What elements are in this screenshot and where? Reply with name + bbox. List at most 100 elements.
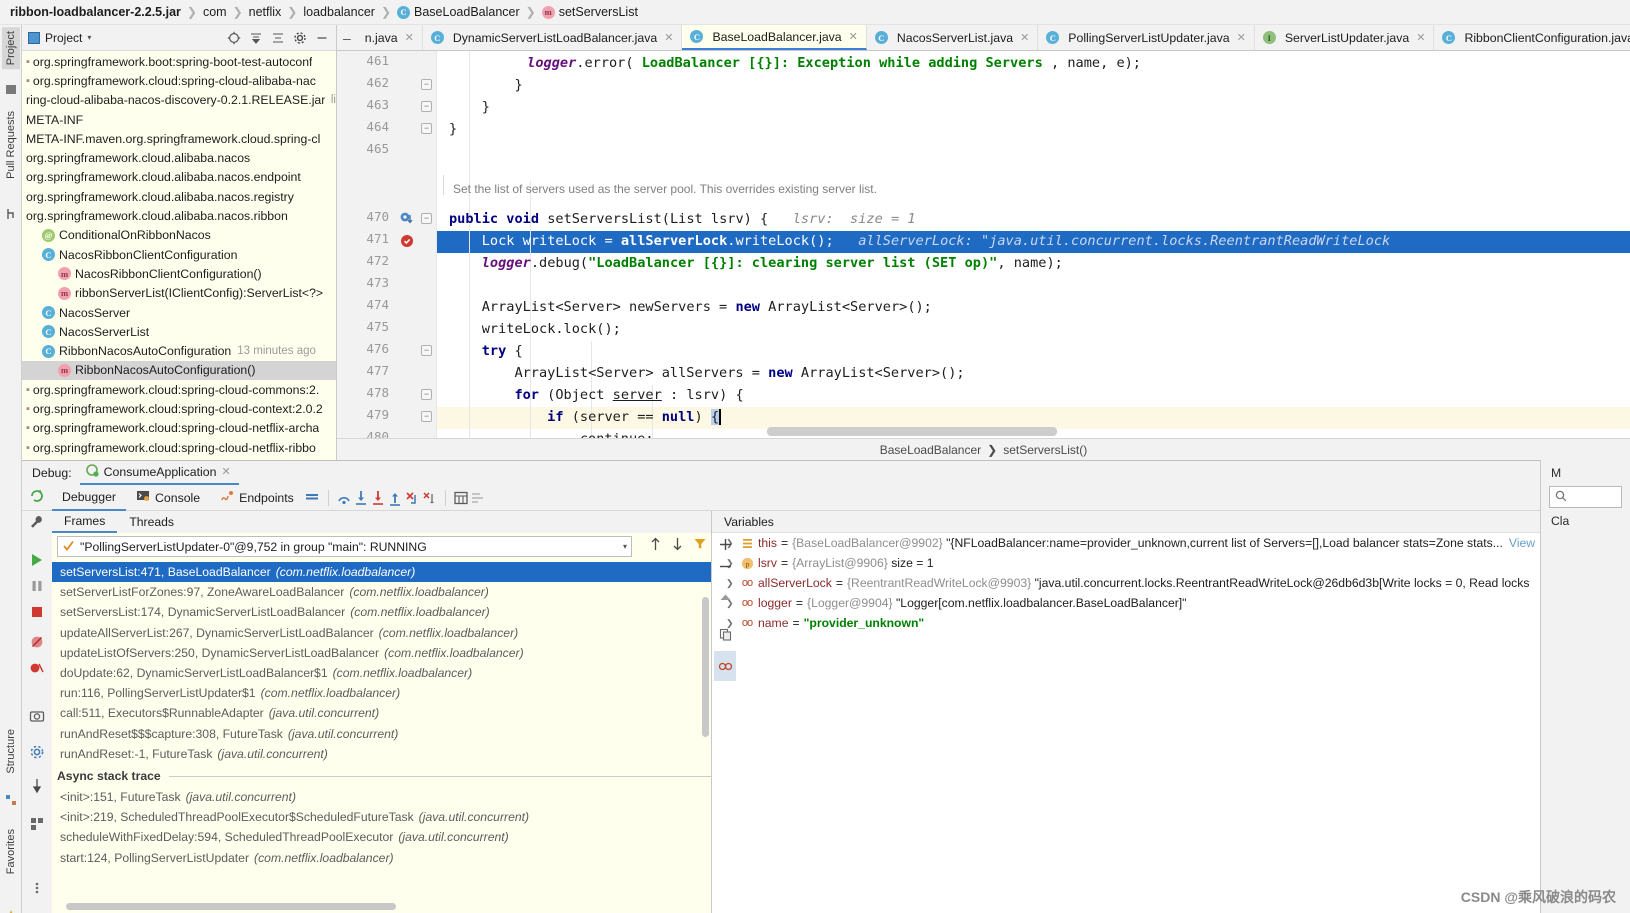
project-tree-item[interactable]: m RibbonNacosAutoConfiguration() xyxy=(22,360,336,381)
gear-icon[interactable] xyxy=(292,30,308,46)
frame-list-item[interactable]: run:116, PollingServerListUpdater$1 (com.… xyxy=(52,683,711,703)
project-tree[interactable]: ▪ org.springframework.boot:spring-boot-te… xyxy=(22,51,336,460)
remove-watch-icon[interactable] xyxy=(714,555,736,577)
branch-icon[interactable] xyxy=(4,207,18,221)
resume-icon[interactable] xyxy=(28,551,46,569)
frames-hscrollbar[interactable] xyxy=(66,903,396,910)
tab-baseloadbalancer[interactable]: C BaseLoadBalancer.java ✕ xyxy=(682,25,867,50)
editor-gutter[interactable]: 461 462 − 463 − 464 − 465 470 − 471 472 473 474 475 476… xyxy=(337,51,437,438)
project-tree-item[interactable]: ▪ org.springframework.cloud:spring-cloud-… xyxy=(22,399,336,418)
force-step-into-icon[interactable] xyxy=(370,489,387,506)
breadcrumb-item-jar[interactable]: ribbon-loadbalancer-2.2.5.jar xyxy=(10,5,181,19)
run-method-icon[interactable] xyxy=(399,211,415,227)
project-tree-item[interactable]: C NacosRibbonClientConfiguration xyxy=(22,245,336,264)
project-tree-item[interactable]: C NacosServerList xyxy=(22,322,336,341)
chevron-down-icon[interactable]: ▾ xyxy=(623,542,627,551)
frame-list-item[interactable]: setServersList:471, BaseLoadBalancer (com… xyxy=(52,562,711,583)
frame-list-item[interactable]: setServerListForZones:97, ZoneAwareLoadB… xyxy=(52,582,711,602)
project-tree-item[interactable]: C RibbonNacosAutoConfiguration 13 minutes … xyxy=(22,341,336,360)
project-tree-item[interactable]: ring-cloud-alibaba-nacos-discovery-0.2.1… xyxy=(22,91,336,110)
project-tree-item[interactable]: org.springframework.cloud.alibaba.nacos.… xyxy=(22,206,336,225)
tab-frames[interactable]: Frames xyxy=(52,511,118,533)
project-tree-item[interactable]: META-INF.maven.org.springframework.cloud… xyxy=(22,129,336,148)
tab-collapse-icon[interactable]: – xyxy=(337,25,357,50)
add-watch-icon[interactable] xyxy=(714,533,736,555)
tab-endpoints[interactable]: Endpoints xyxy=(210,485,304,511)
code-editor[interactable]: 461 462 − 463 − 464 − 465 470 − 471 472 473 474 475 476… xyxy=(337,51,1630,438)
breakpoint-icon[interactable] xyxy=(399,233,415,249)
project-tree-item[interactable]: @ ConditionalOnRibbonNacos xyxy=(22,226,336,245)
code-text[interactable]: logger.error( LoadBalancer [{}]: Excepti… xyxy=(437,51,1630,438)
step-out-icon[interactable] xyxy=(387,489,404,506)
project-tree-item[interactable]: ▪ org.springframework.cloud:spring-cloud-… xyxy=(22,438,336,457)
tab-n-java[interactable]: n.java ✕ xyxy=(357,25,423,50)
pin-icon[interactable] xyxy=(28,777,46,795)
debug-session-tab[interactable]: ConsumeApplication ✕ xyxy=(79,462,239,485)
down-arrow-icon[interactable] xyxy=(671,536,684,555)
variable-row[interactable]: ❯ this = {BaseLoadBalancer@9902} "{NFLoadBa… xyxy=(712,533,1540,553)
close-icon[interactable]: ✕ xyxy=(221,465,230,478)
close-icon[interactable]: ✕ xyxy=(1237,31,1246,44)
project-tree-item[interactable]: org.springframework.cloud.alibaba.nacos.… xyxy=(22,168,336,187)
tab-threads[interactable]: Threads xyxy=(117,511,186,533)
sidebar-item-project[interactable]: Project xyxy=(2,27,20,70)
code-fold-icon[interactable]: − xyxy=(421,79,432,90)
more-icon[interactable] xyxy=(28,879,46,897)
step-over-icon[interactable] xyxy=(336,489,353,506)
settings-icon[interactable] xyxy=(470,489,487,506)
code-fold-icon[interactable]: − xyxy=(421,389,432,400)
status-method-name[interactable]: setServersList() xyxy=(1003,443,1087,457)
frame-list-item[interactable]: updateAllServerList:267, DynamicServerLi… xyxy=(52,623,711,643)
status-class-name[interactable]: BaseLoadBalancer xyxy=(880,443,981,457)
settings-icon[interactable] xyxy=(28,743,46,761)
project-tree-item[interactable]: ▪ org.springframework.cloud:spring-cloud-… xyxy=(22,419,336,438)
pause-icon[interactable] xyxy=(28,577,46,595)
close-icon[interactable]: ✕ xyxy=(849,30,858,43)
evaluate-icon[interactable] xyxy=(453,489,470,506)
variable-row[interactable]: ❯ oo allServerLock = {ReentrantReadWriteLock… xyxy=(712,573,1540,593)
project-tree-item[interactable]: org.springframework.cloud.alibaba.nacos xyxy=(22,148,336,167)
link-icon[interactable] xyxy=(714,651,736,681)
code-fold-icon[interactable]: − xyxy=(421,345,432,356)
tab-ribbonclientconfiguration[interactable]: C RibbonClientConfiguration.java xyxy=(1434,25,1630,50)
tab-pollingserverlistupdater[interactable]: C PollingServerListUpdater.java ✕ xyxy=(1038,25,1255,50)
drop-frame-icon[interactable] xyxy=(404,489,421,506)
thread-selector[interactable]: "PollingServerListUpdater-0"@9,752 in gr… xyxy=(57,536,632,557)
frames-scrollbar[interactable] xyxy=(702,597,709,737)
async-frame-list-item[interactable]: start:124, PollingServerListUpdater (com.… xyxy=(52,848,711,868)
wrench-icon[interactable] xyxy=(28,513,46,531)
frame-list-item[interactable]: setServersList:174, DynamicServerListLoa… xyxy=(52,602,711,622)
frame-list-item[interactable]: updateListOfServers:250, DynamicServerLi… xyxy=(52,643,711,663)
breadcrumb-item-netflix[interactable]: netflix xyxy=(249,5,282,19)
view-breakpoints-icon[interactable] xyxy=(28,659,46,677)
filter-icon[interactable] xyxy=(693,536,707,555)
tab-serverlistupdater[interactable]: I ServerListUpdater.java ✕ xyxy=(1255,25,1435,50)
frame-stack-list[interactable]: setServersList:471, BaseLoadBalancer (com… xyxy=(52,562,711,913)
code-fold-icon[interactable]: − xyxy=(421,213,432,224)
layout-icon[interactable] xyxy=(304,489,321,506)
sidebar-item-structure[interactable]: Structure xyxy=(2,725,20,778)
code-fold-icon[interactable]: − xyxy=(421,101,432,112)
project-tree-item[interactable]: org.springframework.cloud.alibaba.nacos.… xyxy=(22,187,336,206)
variable-row[interactable]: ❯ p lsrv = {ArrayList@9906} size = 1 xyxy=(712,553,1540,573)
frame-list-item[interactable]: call:511, Executors$RunnableAdapter (java… xyxy=(52,703,711,723)
memory-tab-label[interactable]: M xyxy=(1541,460,1630,480)
tab-dynamicserverlistloadbalancer[interactable]: C DynamicServerListLoadBalancer.java ✕ xyxy=(423,25,683,50)
breadcrumb-item-method[interactable]: m setServersList xyxy=(541,5,638,19)
async-frame-list-item[interactable]: scheduleWithFixedDelay:594, ScheduledThr… xyxy=(52,827,711,847)
project-tree-item[interactable]: m NacosRibbonClientConfiguration() xyxy=(22,264,336,283)
collapse-all-icon[interactable] xyxy=(270,30,286,46)
sidebar-item-favorites[interactable]: Favorites xyxy=(2,825,20,878)
editor-horizontal-scrollbar[interactable] xyxy=(767,427,1057,436)
search-input[interactable] xyxy=(1549,486,1622,508)
breadcrumb-item-class[interactable]: C BaseLoadBalancer xyxy=(397,5,520,19)
camera-icon[interactable] xyxy=(28,707,46,725)
tab-console[interactable]: Console xyxy=(126,485,210,511)
frame-list-item[interactable]: runAndReset:-1, FutureTask (java.util.con… xyxy=(52,744,711,764)
mute-breakpoints-icon[interactable] xyxy=(28,633,46,651)
close-icon[interactable]: ✕ xyxy=(1416,31,1425,44)
expand-all-icon[interactable] xyxy=(248,30,264,46)
project-tree-item[interactable]: C NacosServer xyxy=(22,303,336,322)
minimize-icon[interactable] xyxy=(314,30,330,46)
sidebar-item-pull-requests[interactable]: Pull Requests xyxy=(2,107,20,183)
